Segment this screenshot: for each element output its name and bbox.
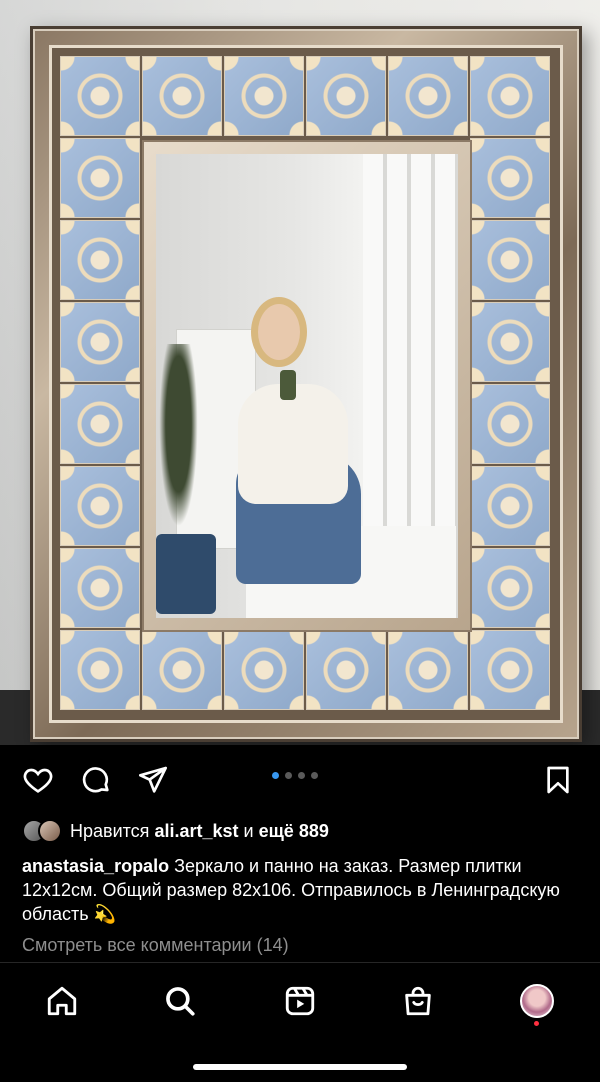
ceramic-tile <box>470 466 550 546</box>
save-button[interactable] <box>540 762 576 798</box>
carousel-dot <box>272 772 279 779</box>
ceramic-tile <box>60 302 140 382</box>
nav-search[interactable] <box>160 981 200 1021</box>
mirror-inner-frame <box>142 140 472 632</box>
search-icon <box>166 987 195 1016</box>
ceramic-tile <box>306 56 386 136</box>
ceramic-tile <box>470 548 550 628</box>
notification-dot <box>534 1021 539 1026</box>
comment-icon <box>82 767 109 793</box>
post-photo[interactable] <box>0 0 600 745</box>
comment-button[interactable] <box>78 762 114 798</box>
person-phone <box>280 370 296 400</box>
home-icon <box>47 986 77 1016</box>
ceramic-tile <box>470 630 550 710</box>
likes-joiner: и <box>243 820 254 841</box>
view-comments-link[interactable]: Смотреть все комментарии (14) <box>22 935 289 956</box>
carousel-dot <box>285 772 292 779</box>
nav-home[interactable] <box>42 981 82 1021</box>
ceramic-tile <box>142 630 222 710</box>
likes-count[interactable]: ещё 889 <box>259 821 329 841</box>
reflected-bag <box>156 534 216 614</box>
share-button[interactable] <box>135 762 171 798</box>
ceramic-tile <box>470 56 550 136</box>
ceramic-tile <box>224 56 304 136</box>
mirror-reflection <box>156 154 458 618</box>
ceramic-tile <box>388 56 468 136</box>
nav-profile[interactable] <box>517 981 557 1021</box>
liker-avatar <box>38 819 62 843</box>
ceramic-tile <box>60 630 140 710</box>
ceramic-tile <box>60 548 140 628</box>
likes-prefix: Нравится <box>70 820 150 841</box>
reflected-plant <box>156 344 201 544</box>
ceramic-tile <box>470 384 550 464</box>
ceramic-tile <box>224 630 304 710</box>
carousel-dot <box>311 772 318 779</box>
post-caption: anastasia_ropalo Зеркало и панно на зака… <box>22 854 582 926</box>
ceramic-tile <box>60 466 140 546</box>
reels-icon <box>285 986 315 1016</box>
nav-shop[interactable] <box>398 981 438 1021</box>
caption-username[interactable]: anastasia_ropalo <box>22 856 169 876</box>
send-icon <box>139 766 167 793</box>
ceramic-tile <box>60 56 140 136</box>
ceramic-tile <box>470 220 550 300</box>
likes-text: Нравится ali.art_kst и ещё 889 <box>70 821 329 842</box>
like-button[interactable] <box>20 762 56 798</box>
heart-icon <box>23 768 53 793</box>
liker-username[interactable]: ali.art_kst <box>154 821 238 841</box>
ceramic-tile <box>470 302 550 382</box>
ceramic-tile <box>60 384 140 464</box>
ceramic-tile <box>388 630 468 710</box>
profile-avatar <box>520 984 554 1018</box>
shop-icon <box>405 986 431 1016</box>
ceramic-tile <box>470 138 550 218</box>
person-head <box>258 304 300 360</box>
ceramic-tile <box>142 56 222 136</box>
ceramic-tile <box>60 138 140 218</box>
likes-row[interactable]: Нравится ali.art_kst и ещё 889 <box>22 818 329 844</box>
carousel-indicator <box>272 772 318 779</box>
person-sweater <box>238 384 348 504</box>
nav-reels[interactable] <box>280 981 320 1021</box>
home-indicator[interactable] <box>193 1064 407 1070</box>
carousel-dot <box>298 772 305 779</box>
ceramic-tile <box>306 630 386 710</box>
ceramic-tile <box>60 220 140 300</box>
bookmark-icon <box>547 766 569 794</box>
